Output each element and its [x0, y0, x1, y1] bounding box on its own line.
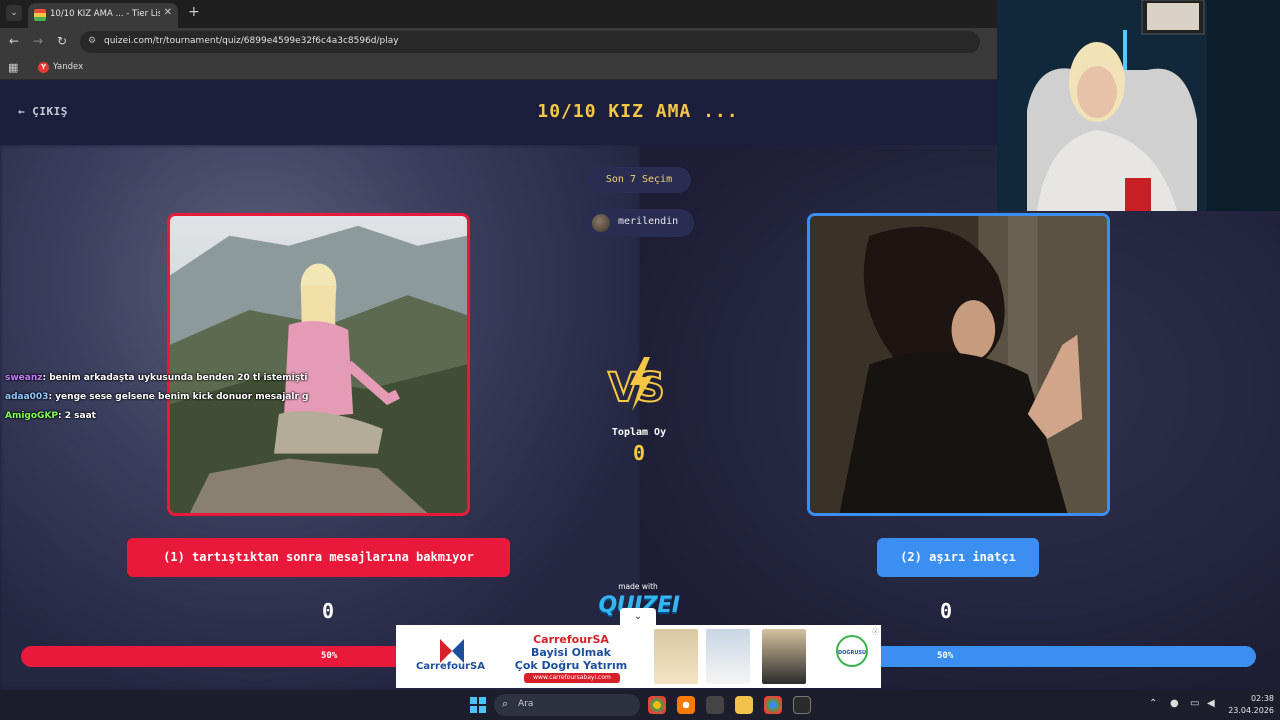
webcam-overlay	[997, 0, 1280, 211]
chat-user: adaa003	[5, 392, 49, 402]
tab-favicon-icon	[34, 9, 46, 21]
new-tab-button[interactable]: +	[188, 4, 200, 20]
terminal-icon[interactable]	[793, 696, 811, 714]
site-info-icon[interactable]: ⚙	[88, 36, 96, 46]
avatar	[592, 214, 610, 232]
tab-title: 10/10 KIZ AMA ... - Tier List, Kö	[50, 9, 160, 19]
screen: ⌄ 10/10 KIZ AMA ... - Tier List, Kö ✕ + …	[0, 0, 1280, 720]
ad-tagline: Çok Doğru Yatırım	[514, 659, 628, 672]
network-icon[interactable]: ▭	[1190, 698, 1199, 709]
microphone-icon[interactable]: ●	[1170, 698, 1179, 709]
ad-collapse-button[interactable]: ⌄	[620, 608, 656, 626]
folder-icon[interactable]	[735, 696, 753, 714]
choice-button-left[interactable]: (1) tartıştıktan sonra mesajlarına bakmı…	[127, 538, 510, 577]
chat-message: sweanz: benim arkadaşta uykusunda benden…	[5, 373, 308, 392]
carrefour-logo-icon	[440, 639, 464, 663]
tab-close-icon[interactable]: ✕	[164, 7, 172, 18]
chat-text: : yenge sese gelsene benim kick donuor m…	[48, 392, 309, 402]
clock-date: 23.04.2026	[1228, 706, 1274, 715]
obs-icon[interactable]	[706, 696, 724, 714]
round-badge: Son 7 Seçim	[587, 167, 691, 193]
bookmark-yandex[interactable]: Yandex	[53, 62, 83, 72]
chat-overlay: sweanz: benim arkadaşta uykusunda benden…	[5, 373, 308, 430]
address-bar[interactable]: ⚙ quizei.com/tr/tournament/quiz/6899e459…	[80, 31, 980, 53]
system-clock[interactable]: 02:38 23.04.2026	[1222, 693, 1274, 717]
volume-icon[interactable]: ◀	[1207, 698, 1215, 709]
percent-label-right: 50%	[937, 651, 954, 661]
ad-photo	[654, 629, 698, 684]
chat-text: : benim arkadaşta uykusunda benden 20 tl…	[42, 373, 308, 383]
search-icon: ⌕	[502, 697, 509, 710]
choice-card-left[interactable]	[167, 213, 470, 516]
tray-chevron-icon[interactable]: ⌃	[1149, 698, 1157, 709]
chat-message: AmigoGKP: 2 saat	[5, 411, 308, 430]
tab-search-icon[interactable]: ⌄	[6, 5, 22, 21]
total-votes-value: 0	[632, 441, 646, 465]
clock-time: 02:38	[1250, 694, 1274, 703]
ad-brand: CarrefourSA	[416, 661, 485, 672]
browser-icon[interactable]	[677, 696, 695, 714]
total-votes-label: Toplam Oy	[611, 427, 667, 438]
ad-subline: Bayisi Olmak	[531, 646, 611, 659]
chat-user: sweanz	[5, 373, 43, 383]
ad-url: www.carrefoursabayi.com	[524, 673, 620, 683]
choice-button-right[interactable]: (2) aşırı inatçı	[877, 538, 1039, 577]
player-name: merilendin	[618, 216, 679, 227]
search-placeholder: Ara	[518, 699, 534, 709]
ad-close-icon[interactable]: ⓧ	[872, 627, 879, 637]
chat-user: AmigoGKP	[5, 411, 59, 421]
back-arrow-icon[interactable]: ←	[9, 34, 19, 48]
yandex-icon: Y	[38, 62, 49, 73]
chat-text: : 2 saat	[58, 411, 96, 421]
address-text: quizei.com/tr/tournament/quiz/6899e4599e…	[104, 36, 399, 46]
ad-headline: CarrefourSA	[533, 633, 609, 646]
choice-image-right	[810, 216, 1107, 513]
webcam-feed	[997, 0, 1280, 211]
versus-icon: V S	[607, 357, 666, 412]
vote-count-right: 0	[940, 599, 953, 623]
taskbar: ⌕ Ara ⌃ ● ▭ ◀ 02:38 23.04.2026	[0, 690, 1280, 720]
windows-start-icon[interactable]	[470, 697, 486, 713]
player-badge: merilendin	[582, 209, 694, 237]
advertisement-banner[interactable]: CarrefourSA CarrefourSA Bayisi Olmak Çok…	[396, 625, 881, 688]
reload-icon[interactable]: ↻	[57, 34, 67, 48]
ad-badge: DOĞRUSU	[836, 635, 868, 667]
ad-photo	[706, 629, 750, 684]
chrome-icon[interactable]	[648, 696, 666, 714]
browser-tab[interactable]: 10/10 KIZ AMA ... - Tier List, Kö ✕	[28, 3, 178, 28]
ad-photo	[762, 629, 806, 684]
chat-message: adaa003: yenge sese gelsene benim kick d…	[5, 392, 308, 411]
choice-image-left	[170, 216, 467, 513]
choice-card-right[interactable]	[807, 213, 1110, 516]
apps-grid-icon[interactable]: ▦	[8, 61, 18, 74]
taskbar-search[interactable]: ⌕ Ara	[494, 694, 640, 716]
made-with-label: made with	[618, 582, 658, 591]
chrome-profile-icon[interactable]	[764, 696, 782, 714]
percent-label-left: 50%	[321, 651, 338, 661]
forward-arrow-icon[interactable]: →	[33, 34, 43, 48]
vote-count-left: 0	[322, 599, 335, 623]
